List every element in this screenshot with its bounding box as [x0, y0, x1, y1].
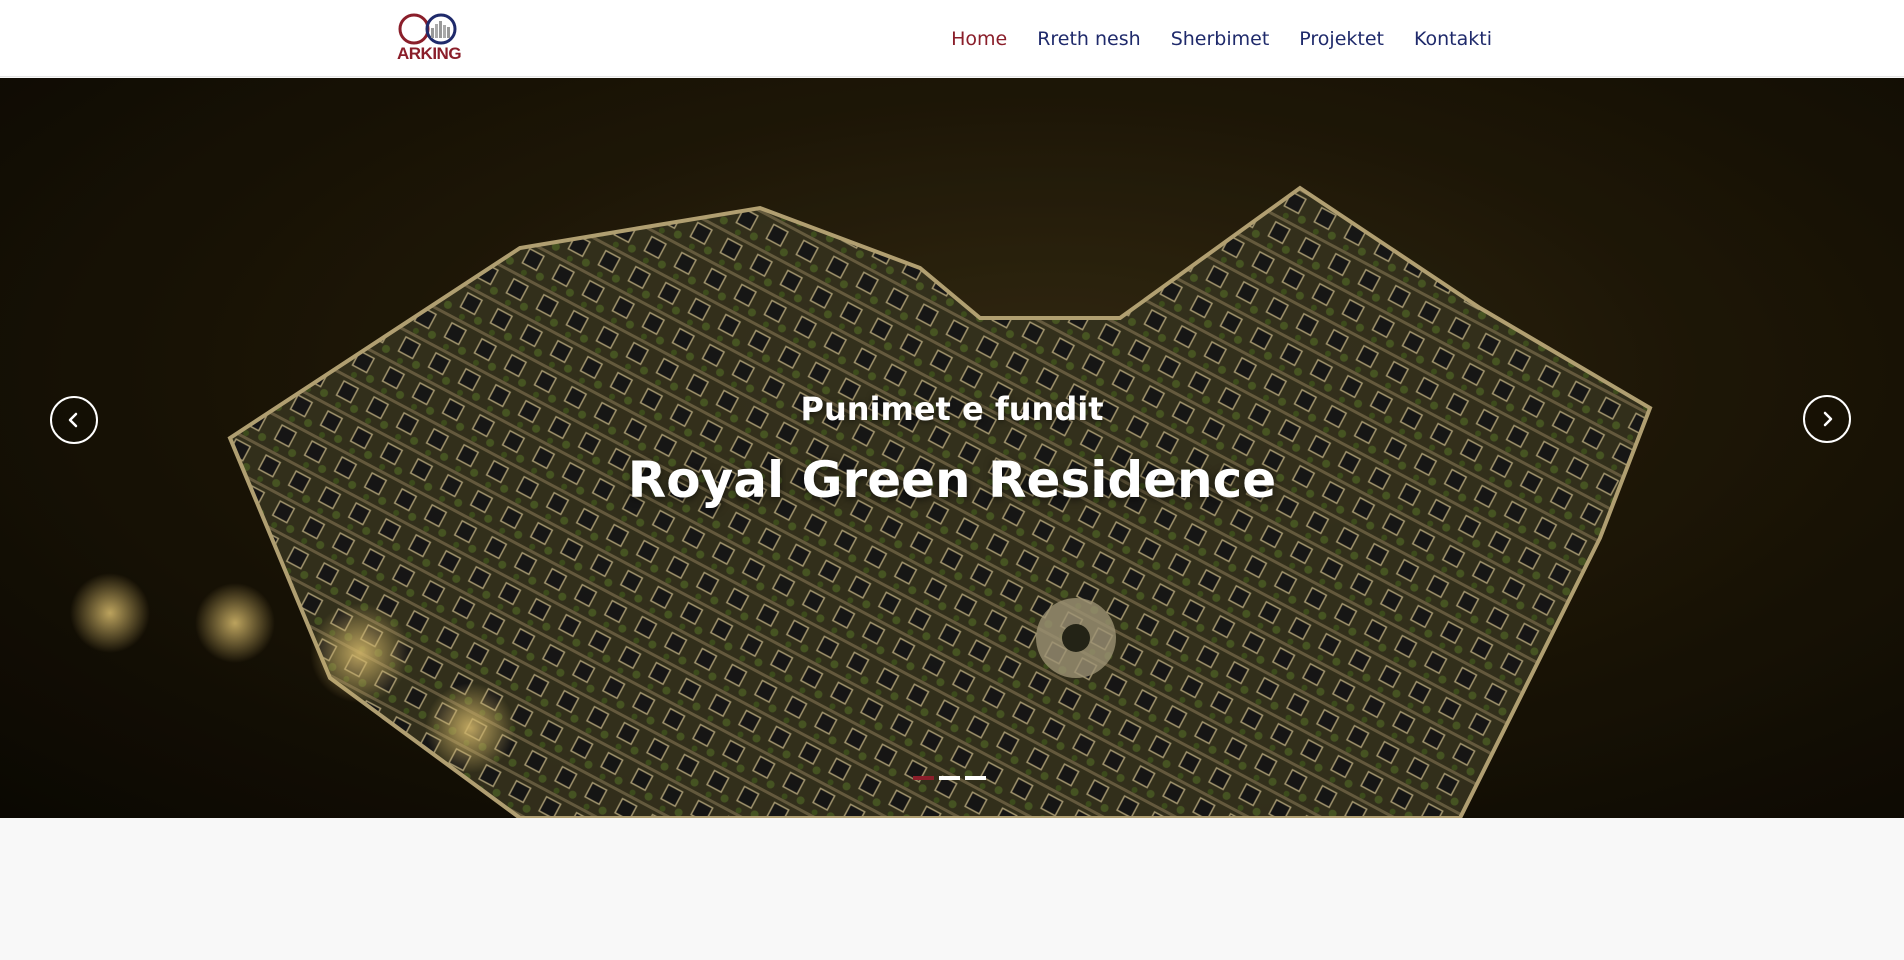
- hero-overlay: [0, 78, 1904, 818]
- navbar: ARKING Home Rreth nesh Sherbimet Projekt…: [0, 0, 1904, 77]
- carousel-indicator-2[interactable]: [939, 776, 960, 780]
- logo-mark-icon: [398, 13, 457, 45]
- carousel-indicators: [913, 776, 986, 780]
- main-nav: Home Rreth nesh Sherbimet Projektet Kont…: [921, 0, 1492, 77]
- chevron-left-icon: [68, 412, 78, 428]
- content-section: [0, 818, 1904, 960]
- chevron-right-icon: [1823, 411, 1833, 427]
- nav-item-projektet[interactable]: Projektet: [1299, 28, 1384, 50]
- logo[interactable]: ARKING: [397, 12, 462, 64]
- nav-item-sherbimet[interactable]: Sherbimet: [1171, 28, 1270, 50]
- nav-item-home[interactable]: Home: [951, 28, 1007, 50]
- carousel-indicator-1[interactable]: [913, 776, 934, 780]
- hero-carousel: Punimet e fundit Royal Green Residence: [0, 78, 1904, 818]
- nav-item-rreth-nesh[interactable]: Rreth nesh: [1037, 28, 1141, 50]
- hero-subtitle: Punimet e fundit: [800, 390, 1104, 428]
- hero-title: Royal Green Residence: [627, 451, 1277, 509]
- carousel-indicator-3[interactable]: [965, 776, 986, 780]
- nav-item-kontakti[interactable]: Kontakti: [1414, 28, 1492, 50]
- logo-text: ARKING: [397, 44, 462, 63]
- carousel-prev-button[interactable]: [50, 396, 98, 444]
- carousel-next-button[interactable]: [1803, 395, 1851, 443]
